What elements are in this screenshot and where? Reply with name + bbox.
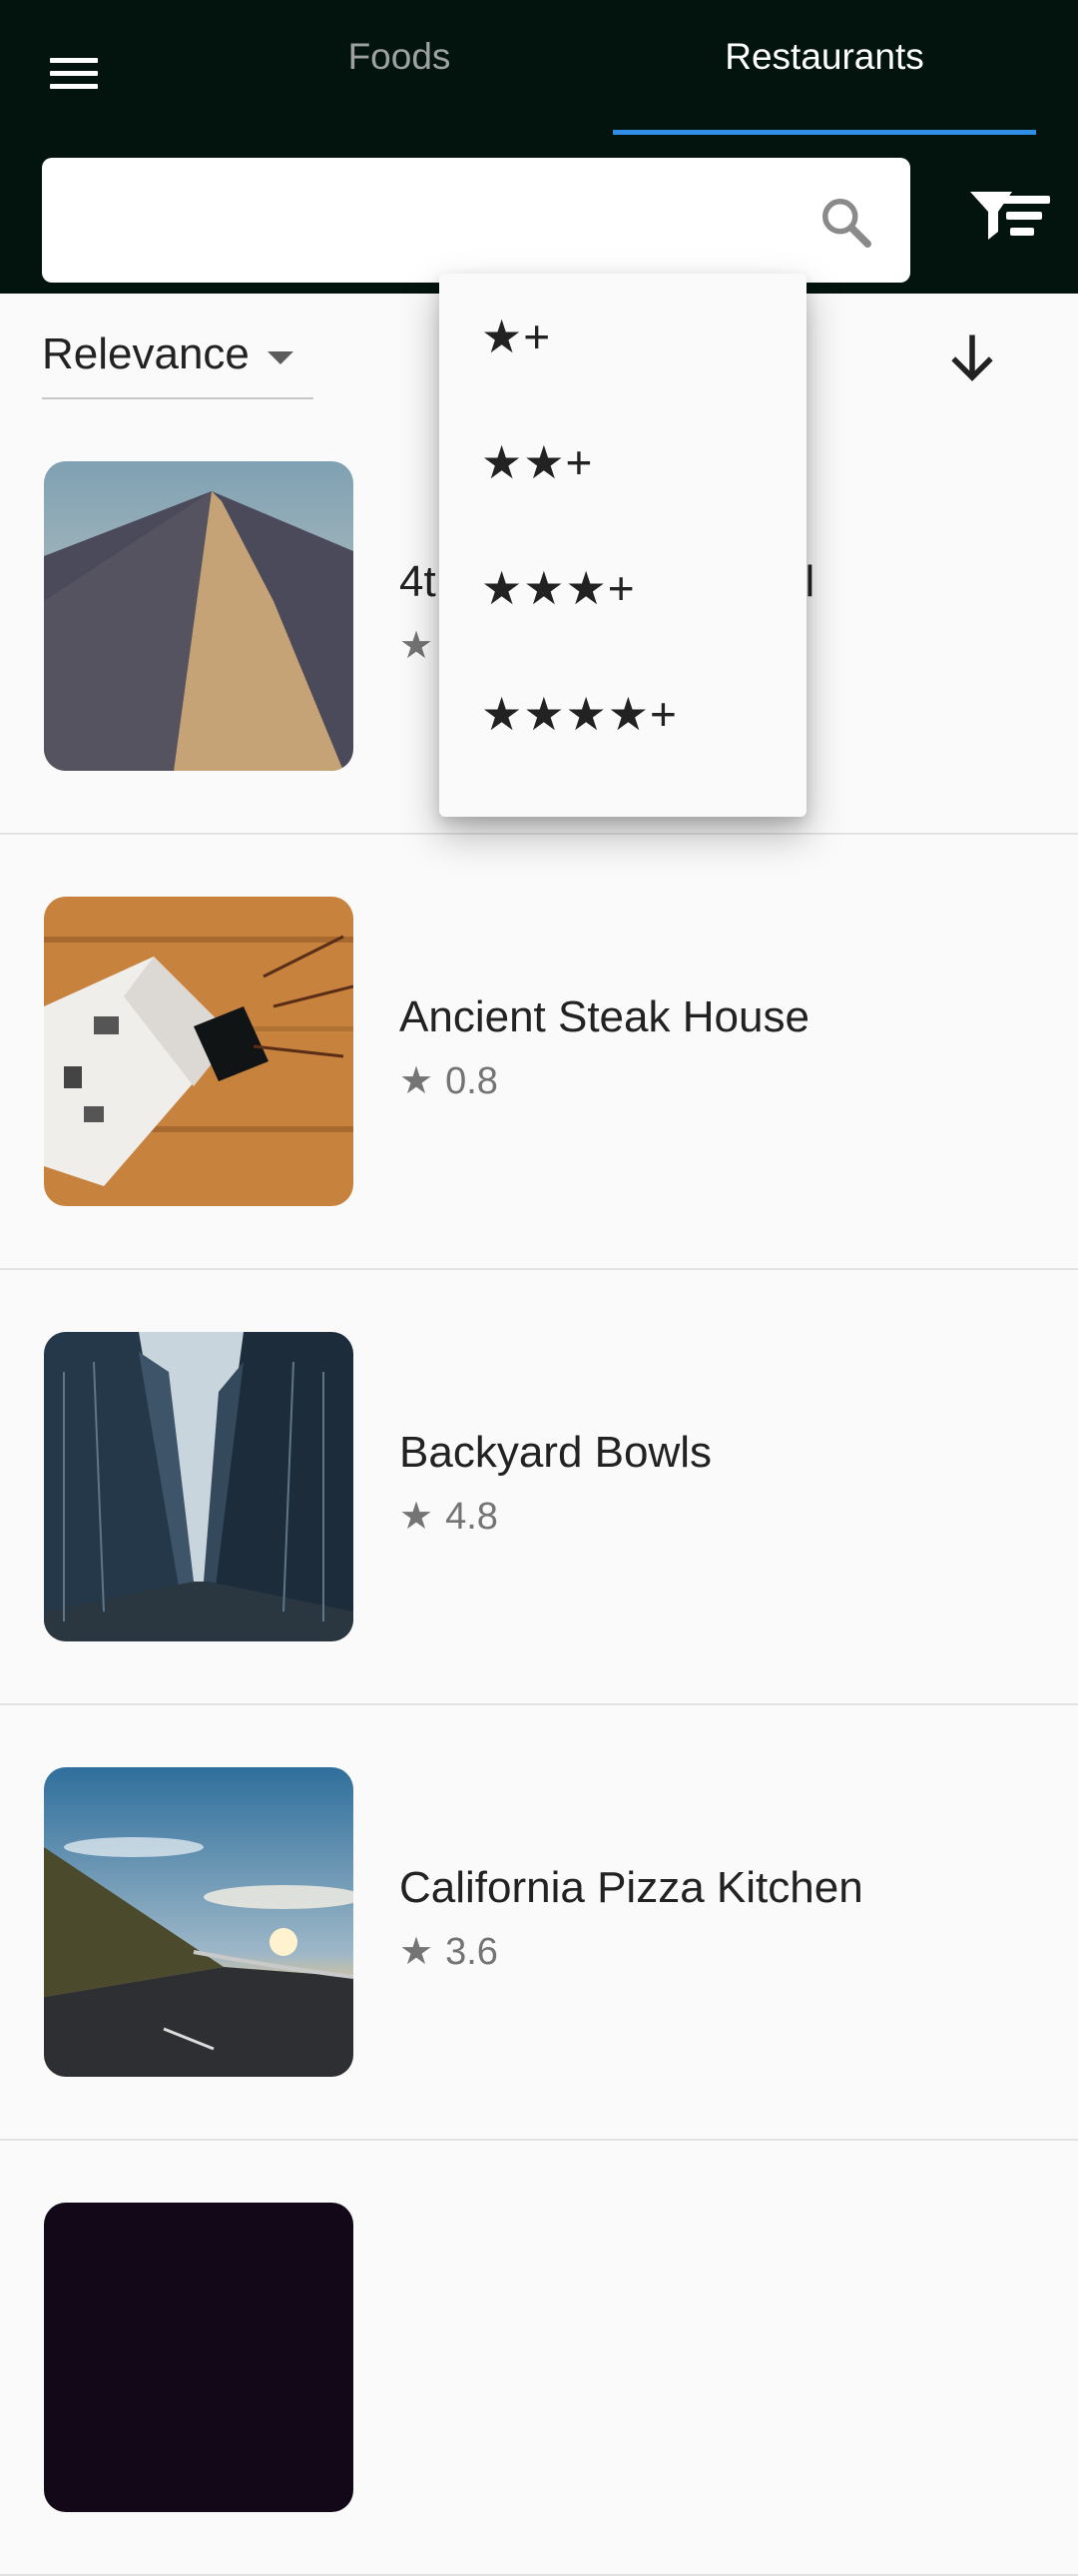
restaurant-image <box>44 461 353 771</box>
arrow-down-icon[interactable] <box>942 327 1002 387</box>
list-item[interactable] <box>0 2141 1078 2576</box>
star-icon: ★ <box>399 1496 434 1538</box>
app-bar: Foods Restaurants <box>0 0 1078 294</box>
restaurant-name: Backyard Bowls <box>399 1428 713 1477</box>
restaurant-name: California Pizza Kitchen <box>399 1863 863 1912</box>
star-icon: ★ <box>399 625 434 667</box>
restaurant-rating: ★ 3.6 <box>399 1931 498 1973</box>
tab-restaurants[interactable]: Restaurants <box>613 36 1036 136</box>
restaurant-rating: ★ 4.8 <box>399 1496 498 1538</box>
star-icon: ★ <box>399 1931 434 1973</box>
restaurant-rating: ★ 0.8 <box>399 1060 498 1102</box>
search-box <box>42 158 910 283</box>
filter-rating-icon[interactable] <box>968 188 1052 254</box>
restaurant-image <box>44 897 353 1206</box>
menu-item-2-stars[interactable]: ★★+ <box>439 399 807 525</box>
restaurant-image <box>44 2203 353 2512</box>
list-item[interactable]: Backyard Bowls ★ 4.8 <box>0 1270 1078 1705</box>
search-icon[interactable] <box>816 193 876 253</box>
rating-filter-menu: ★+ ★★+ ★★★+ ★★★★+ <box>439 274 807 817</box>
sort-selected-value: Relevance <box>42 329 250 378</box>
caret-down-icon <box>268 351 293 364</box>
tab-foods[interactable]: Foods <box>200 36 599 136</box>
star-icon: ★ <box>399 1060 434 1102</box>
sort-dropdown[interactable]: Relevance <box>42 320 313 399</box>
list-item[interactable]: California Pizza Kitchen ★ 3.6 <box>0 1705 1078 2141</box>
menu-icon[interactable] <box>44 48 104 98</box>
list-item[interactable]: Ancient Steak House ★ 0.8 <box>0 835 1078 1270</box>
tab-indicator <box>613 130 1036 135</box>
menu-item-3-stars[interactable]: ★★★+ <box>439 525 807 651</box>
restaurant-image <box>44 1332 353 1641</box>
restaurant-name: Ancient Steak House <box>399 992 809 1041</box>
search-input[interactable] <box>66 186 824 256</box>
menu-item-4-stars[interactable]: ★★★★+ <box>439 651 807 777</box>
restaurant-image <box>44 1767 353 2077</box>
menu-item-1-star[interactable]: ★+ <box>439 274 807 399</box>
